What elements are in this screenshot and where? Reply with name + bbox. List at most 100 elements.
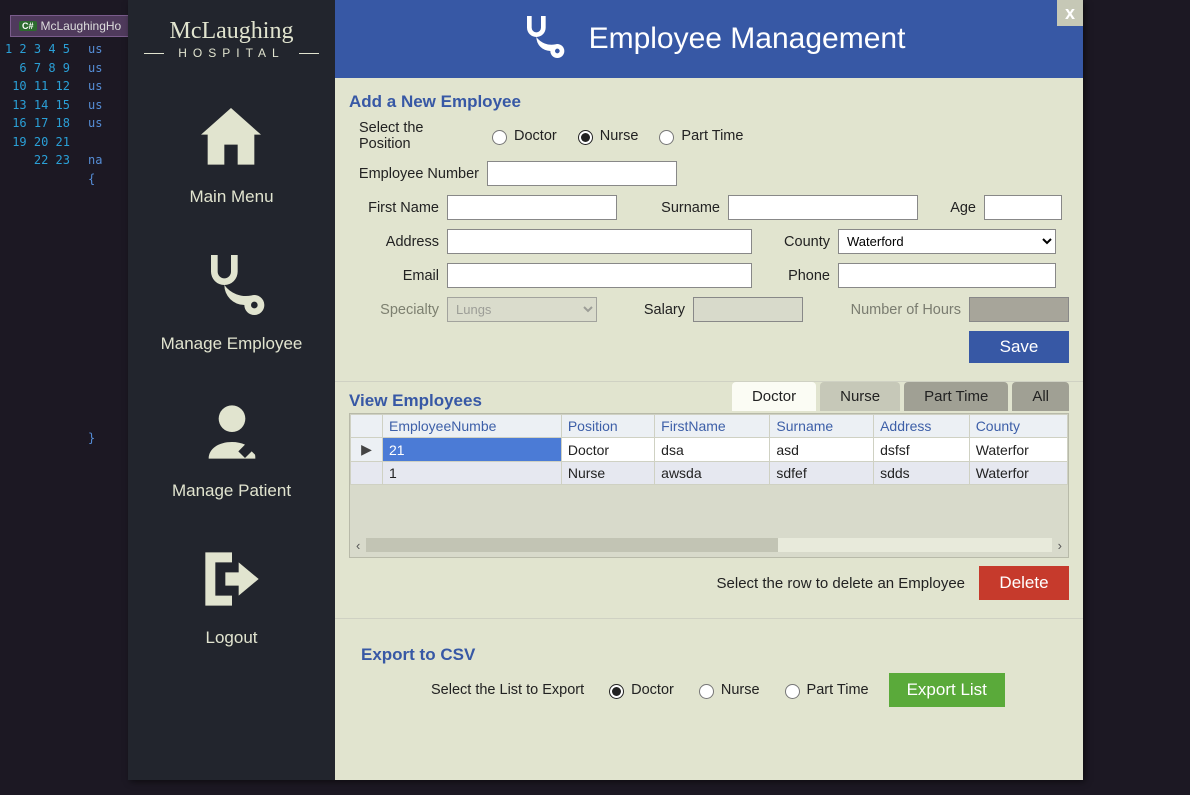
cs-badge-icon: C# xyxy=(19,21,37,31)
export-radio-nurse-label: Nurse xyxy=(721,682,760,698)
employee-grid[interactable]: EmployeeNumbePositionFirstNameSurnameAdd… xyxy=(349,413,1069,558)
position-radio-doctor[interactable]: Doctor xyxy=(487,127,557,145)
nav-manage-employee[interactable]: Manage Employee xyxy=(161,245,303,354)
content: Add a New Employee Select the Position D… xyxy=(335,78,1083,729)
export-radio-parttime[interactable]: Part Time xyxy=(780,681,869,699)
column-header[interactable]: Surname xyxy=(770,415,874,438)
hours-label: Number of Hours xyxy=(811,302,961,318)
surname-input[interactable] xyxy=(728,195,918,220)
table-cell[interactable]: 21 xyxy=(383,438,562,462)
table-cell[interactable]: 1 xyxy=(383,462,562,485)
scroll-right-icon[interactable]: › xyxy=(1058,538,1062,553)
address-label: Address xyxy=(349,234,439,250)
scroll-thumb[interactable] xyxy=(366,538,777,552)
position-label: Select the Position xyxy=(349,120,479,152)
logout-icon xyxy=(192,606,272,623)
editor-tab[interactable]: C# McLaughingHo xyxy=(10,15,130,37)
column-header[interactable]: Position xyxy=(561,415,654,438)
salary-label: Salary xyxy=(605,302,685,318)
table-cell[interactable]: asd xyxy=(770,438,874,462)
view-section-title: View Employees xyxy=(349,391,482,411)
empnum-label: Employee Number xyxy=(349,166,479,182)
export-radio-doctor-label: Doctor xyxy=(631,682,674,698)
editor-code: us us us us us na { } xyxy=(88,40,102,447)
firstname-label: First Name xyxy=(349,200,439,216)
table-row[interactable]: 1NurseawsdasdfefsddsWaterfor xyxy=(351,462,1068,485)
brand-name: McLaughing xyxy=(170,18,294,44)
column-header[interactable]: FirstName xyxy=(655,415,770,438)
save-button[interactable]: Save xyxy=(969,331,1069,363)
home-icon xyxy=(191,165,271,182)
table-cell[interactable]: dsa xyxy=(655,438,770,462)
sidebar: McLaughing HOSPITAL Main Menu Manage Emp… xyxy=(128,0,335,780)
scroll-track[interactable] xyxy=(366,538,1051,552)
brand: McLaughing HOSPITAL xyxy=(170,18,294,60)
column-header[interactable]: EmployeeNumbe xyxy=(383,415,562,438)
add-section-title: Add a New Employee xyxy=(349,92,1069,112)
main-panel: Employee Management x Add a New Employee… xyxy=(335,0,1083,780)
stethoscope-icon xyxy=(191,312,271,329)
hours-input xyxy=(969,297,1069,322)
table-cell[interactable]: Nurse xyxy=(561,462,654,485)
patient-icon xyxy=(192,459,272,476)
email-input[interactable] xyxy=(447,263,752,288)
app-window: McLaughing HOSPITAL Main Menu Manage Emp… xyxy=(128,0,1083,780)
address-input[interactable] xyxy=(447,229,752,254)
nav-manage-employee-label: Manage Employee xyxy=(161,334,303,354)
empnum-input[interactable] xyxy=(487,161,677,186)
nav-manage-patient[interactable]: Manage Patient xyxy=(172,392,291,501)
table-cell[interactable]: awsda xyxy=(655,462,770,485)
table-cell[interactable]: Doctor xyxy=(561,438,654,462)
position-radio-group: Doctor Nurse Part Time xyxy=(487,127,743,145)
nav-main-menu[interactable]: Main Menu xyxy=(189,98,273,207)
specialty-select: Lungs xyxy=(447,297,597,322)
close-icon: x xyxy=(1065,3,1075,24)
editor-tab-label: McLaughingHo xyxy=(41,19,122,33)
grid-horizontal-scrollbar[interactable]: ‹ › xyxy=(356,537,1062,553)
export-section: Export to CSV Select the List to Export … xyxy=(349,637,1069,719)
column-header[interactable]: Address xyxy=(874,415,970,438)
age-input[interactable] xyxy=(984,195,1062,220)
editor-gutter: 1 2 3 4 5 6 7 8 9 10 11 12 13 14 15 16 1… xyxy=(0,40,80,170)
column-header[interactable]: County xyxy=(969,415,1067,438)
nav-logout-label: Logout xyxy=(192,628,272,648)
position-radio-nurse[interactable]: Nurse xyxy=(573,127,639,145)
table-row[interactable]: ▶21DoctordsaasddsfsfWaterfor xyxy=(351,438,1068,462)
export-section-title: Export to CSV xyxy=(361,645,1057,665)
nav-main-menu-label: Main Menu xyxy=(189,187,273,207)
surname-label: Surname xyxy=(625,200,720,216)
delete-hint: Select the row to delete an Employee xyxy=(717,575,965,592)
section-divider-2 xyxy=(335,618,1083,619)
table-cell[interactable]: dsfsf xyxy=(874,438,970,462)
export-select-label: Select the List to Export xyxy=(431,682,584,698)
firstname-input[interactable] xyxy=(447,195,617,220)
brand-subtitle: HOSPITAL xyxy=(170,46,294,60)
table-cell[interactable]: sdds xyxy=(874,462,970,485)
tab-doctor[interactable]: Doctor xyxy=(732,382,816,411)
county-label: County xyxy=(760,234,830,250)
specialty-label: Specialty xyxy=(349,302,439,318)
email-label: Email xyxy=(349,268,439,284)
table-cell[interactable]: Waterfor xyxy=(969,462,1067,485)
tab-parttime[interactable]: Part Time xyxy=(904,382,1008,411)
tab-nurse[interactable]: Nurse xyxy=(820,382,900,411)
export-radio-nurse[interactable]: Nurse xyxy=(694,681,760,699)
view-tabs: Doctor Nurse Part Time All xyxy=(732,382,1069,411)
age-label: Age xyxy=(926,200,976,216)
table-cell[interactable]: sdfef xyxy=(770,462,874,485)
scroll-left-icon[interactable]: ‹ xyxy=(356,538,360,553)
nav-logout[interactable]: Logout xyxy=(192,539,272,648)
county-select[interactable]: Waterford xyxy=(838,229,1056,254)
delete-button[interactable]: Delete xyxy=(979,566,1069,600)
export-button[interactable]: Export List xyxy=(889,673,1005,707)
tab-all[interactable]: All xyxy=(1012,382,1069,411)
position-radio-parttime[interactable]: Part Time xyxy=(654,127,743,145)
table-cell[interactable]: Waterfor xyxy=(969,438,1067,462)
position-row: Select the Position Doctor Nurse Part Ti… xyxy=(349,120,1069,152)
close-button[interactable]: x xyxy=(1057,0,1083,26)
header: Employee Management x xyxy=(335,0,1083,78)
phone-input[interactable] xyxy=(838,263,1056,288)
salary-input xyxy=(693,297,803,322)
position-radio-nurse-label: Nurse xyxy=(600,128,639,144)
export-radio-doctor[interactable]: Doctor xyxy=(604,681,674,699)
